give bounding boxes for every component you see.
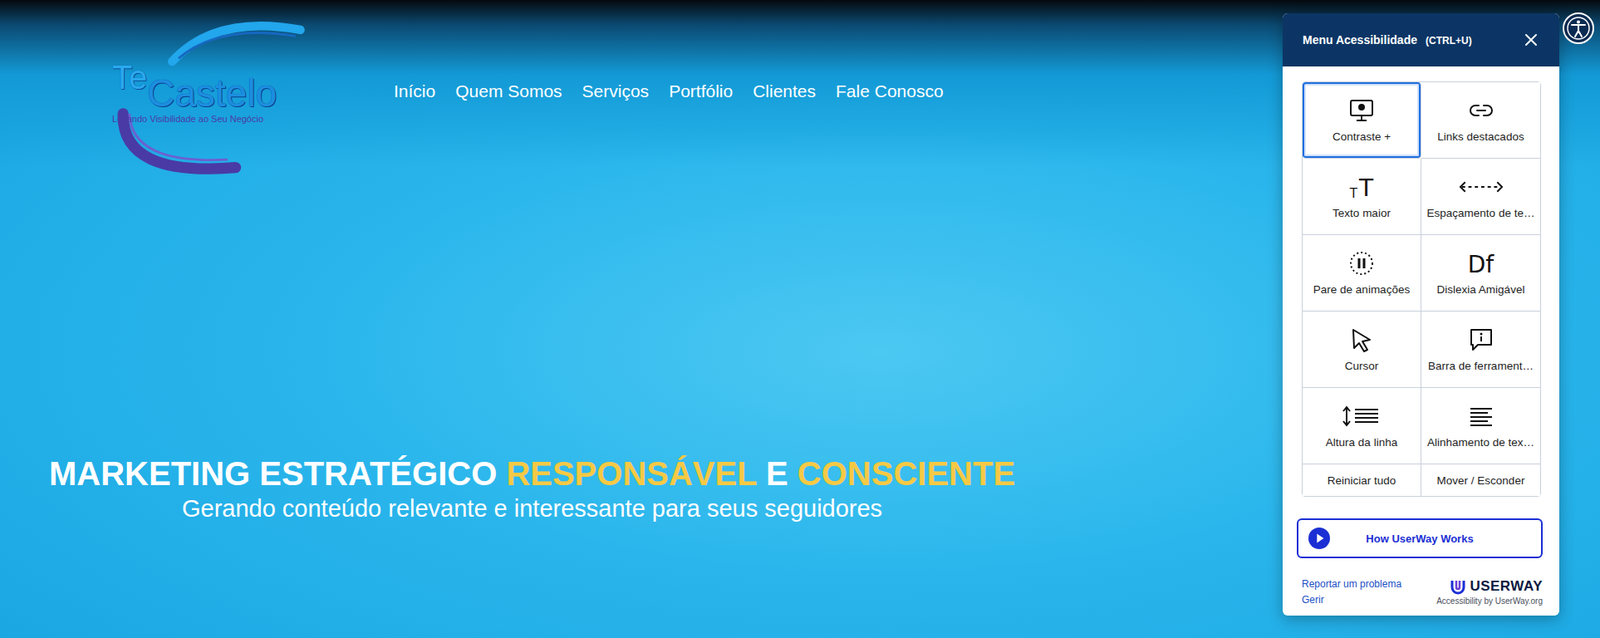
tool-button[interactable]: Links destacados	[1421, 82, 1541, 159]
tool-label: Texto maior	[1332, 206, 1391, 220]
text-align-icon	[1467, 402, 1495, 430]
accessibility-person-icon	[1561, 11, 1596, 45]
logo-prefix: Te	[112, 60, 148, 94]
tool-label: Pare de animações	[1313, 283, 1410, 296]
tool-button[interactable]: Alinhamento de tex…	[1421, 387, 1541, 465]
play-icon	[1308, 527, 1331, 550]
hero-text: MARKETING ESTRATÉGICO RESPONSÁVEL E CONS…	[49, 453, 1016, 524]
link-icon	[1467, 97, 1495, 124]
userway-brand[interactable]: USERWAYAccessibility by UserWay.org	[1436, 578, 1543, 606]
panel-title: Menu Acessibilidade (CTRL+U)	[1302, 33, 1473, 47]
headline-segment: RESPONSÁVEL	[505, 455, 757, 492]
headline-segment: E	[756, 455, 798, 492]
nav-link[interactable]: Serviços	[582, 81, 650, 102]
logo-text: TeCasteloLevando Visibilidade ao Seu Neg…	[112, 60, 277, 124]
spacing-arrows-icon	[1458, 173, 1504, 201]
glyph-part: T	[1359, 176, 1374, 201]
headline: MARKETING ESTRATÉGICO RESPONSÁVEL E CONS…	[49, 453, 1016, 494]
tool-button[interactable]: Espaçamento de te…	[1421, 158, 1541, 236]
tool-label: Espaçamento de te…	[1427, 206, 1536, 220]
pause-animations-icon	[1348, 250, 1375, 277]
how-it-works-label: How UserWay Works	[1330, 532, 1510, 545]
tool-grid: Contraste + Links destacados TT Texto maior…	[1301, 81, 1542, 497]
tool-button[interactable]: TT Texto maior	[1302, 158, 1422, 236]
page: TeCasteloLevando Visibilidade ao Seu Neg…	[0, 0, 1600, 638]
tool-label: Cursor	[1344, 359, 1380, 373]
nav-link[interactable]: Fale Conosco	[835, 81, 944, 102]
close-icon	[1524, 33, 1538, 47]
logo[interactable]: TeCasteloLevando Visibilidade ao Seu Neg…	[112, 12, 308, 179]
accessibility-trigger[interactable]	[1561, 11, 1596, 45]
logo-tagline: Levando Visibilidade ao Seu Negócio	[112, 113, 277, 124]
tool-label: Altura da linha	[1325, 436, 1398, 449]
tool-label: Links destacados	[1437, 130, 1524, 143]
tool-label: Contraste +	[1332, 130, 1391, 143]
main-nav: Início Quem Somos Serviços Portfólio Cliente…	[393, 81, 944, 102]
logo-name: Castelo	[147, 73, 277, 113]
nav-link[interactable]: Início	[393, 81, 436, 102]
accessibility-menu-header: Menu Acessibilidade (CTRL+U)	[1282, 13, 1560, 67]
logo-wordmark: TeCastelo	[112, 60, 277, 113]
tooltip-icon	[1467, 326, 1495, 354]
userway-u-icon	[1449, 578, 1467, 595]
credit: Accessibility by UserWay.org	[1436, 596, 1543, 606]
nav-link[interactable]: Quem Somos	[455, 81, 562, 102]
action-button[interactable]: Reiniciar tudo	[1302, 464, 1422, 496]
panel-title-text: Menu Acessibilidade	[1302, 33, 1418, 47]
panel-footer: Reportar um problema Gerir USERWAYAccessib…	[1301, 578, 1543, 606]
cursor-icon	[1348, 326, 1375, 354]
tool-button[interactable]: Barra de ferrament…	[1421, 311, 1541, 388]
action-button[interactable]: Mover / Esconder	[1421, 464, 1541, 496]
brand-logo: USERWAY	[1449, 578, 1543, 595]
accessibility-menu: Menu Acessibilidade (CTRL+U) Contraste + Li…	[1282, 13, 1560, 616]
close-button[interactable]	[1521, 29, 1542, 50]
headline-segment: CONSCIENTE	[797, 455, 1016, 492]
tool-label: Alinhamento de tex…	[1427, 436, 1535, 449]
how-it-works-button[interactable]: How UserWay Works	[1296, 518, 1543, 559]
panel-shortcut: (CTRL+U)	[1425, 34, 1473, 47]
tool-button[interactable]: Altura da linha	[1302, 387, 1422, 465]
tool-glyph-icon: Df	[1467, 250, 1494, 277]
brand-name: USERWAY	[1469, 578, 1543, 595]
footer-link[interactable]: Gerir	[1301, 593, 1402, 606]
monitor-icon	[1348, 97, 1375, 124]
glyph-part: T	[1349, 187, 1358, 201]
tool-label: Dislexia Amigável	[1437, 283, 1526, 296]
glyph-part: Df	[1467, 253, 1494, 277]
accessibility-menu-body: Contraste + Links destacados TT Texto maior…	[1282, 66, 1560, 616]
tool-button[interactable]: Df Dislexia Amigável	[1421, 235, 1541, 312]
tool-button[interactable]: Pare de animações	[1302, 235, 1422, 312]
tool-glyph-icon: TT	[1349, 173, 1374, 201]
line-height-icon	[1339, 402, 1385, 430]
nav-link[interactable]: Portfólio	[668, 81, 733, 102]
tool-button[interactable]: Contraste +	[1302, 82, 1422, 159]
footer-links: Reportar um problema Gerir	[1301, 578, 1402, 606]
tool-button[interactable]: Cursor	[1302, 311, 1422, 388]
tool-label: Barra de ferrament…	[1428, 359, 1534, 373]
headline-segment: MARKETING ESTRATÉGICO	[49, 455, 506, 492]
nav-link[interactable]: Clientes	[752, 81, 816, 102]
footer-link[interactable]: Reportar um problema	[1301, 578, 1402, 590]
subtitle: Gerando conteúdo relevante e interessant…	[181, 493, 883, 524]
